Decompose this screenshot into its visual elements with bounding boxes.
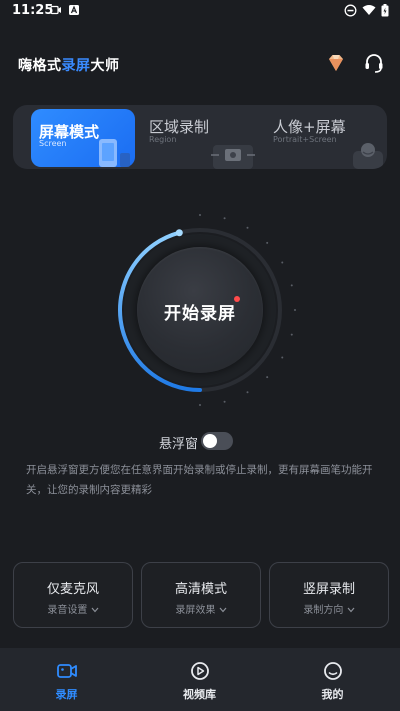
record-indicator-dot bbox=[234, 296, 240, 302]
chevron-down-icon bbox=[91, 607, 99, 613]
app-title-suffix: 大师 bbox=[90, 58, 120, 74]
mode-screen[interactable]: 屏幕模式 Screen bbox=[31, 109, 135, 167]
tab-record[interactable]: 录屏 bbox=[0, 648, 133, 711]
audio-settings-card[interactable]: 仅麦克风 录音设置 bbox=[13, 562, 133, 628]
dial-tick bbox=[223, 400, 226, 403]
dial-tick bbox=[281, 356, 284, 359]
tab-profile[interactable]: 我的 bbox=[266, 648, 400, 711]
play-circle-icon bbox=[191, 662, 209, 680]
mode-portrait-screen-sub: Portrait+Screen bbox=[273, 135, 337, 144]
dial-tick bbox=[246, 226, 249, 229]
status-bar: 11:25 bbox=[0, 0, 400, 22]
tab-video-library-label: 视频库 bbox=[183, 688, 216, 701]
floating-window-description: 开启悬浮窗更方便您在任意界面开始录制或停止录制，更有屏幕画笔功能开关，让您的录制… bbox=[26, 464, 373, 496]
dial-tick bbox=[199, 404, 201, 406]
floating-window-toggle[interactable] bbox=[201, 432, 233, 450]
tab-profile-label: 我的 bbox=[321, 688, 344, 701]
region-camera-icon bbox=[211, 145, 255, 169]
battery-icon bbox=[381, 4, 389, 17]
bottom-tab-bar: 录屏 视频库 我的 bbox=[0, 648, 400, 711]
dial-tick bbox=[266, 376, 269, 379]
quality-settings-card[interactable]: 高清模式 录屏效果 bbox=[141, 562, 261, 628]
orientation-settings-title: 竖屏录制 bbox=[302, 582, 355, 597]
start-record-label: 开始录屏 bbox=[164, 304, 236, 324]
mode-region-label: 区域录制 bbox=[149, 118, 210, 136]
start-record-button[interactable]: 开始录屏 bbox=[137, 247, 263, 373]
smiley-profile-icon bbox=[324, 662, 342, 680]
dial-tick bbox=[223, 217, 226, 220]
quality-settings-sub: 录屏效果 bbox=[142, 601, 260, 616]
video-camera-icon bbox=[57, 664, 77, 678]
dial-tick bbox=[266, 241, 269, 244]
app-title: 嗨格式录屏大师 bbox=[18, 55, 120, 75]
orientation-settings-card[interactable]: 竖屏录制 录制方向 bbox=[269, 562, 389, 628]
customer-service-headset-icon[interactable] bbox=[362, 51, 386, 75]
dial-tick bbox=[290, 333, 293, 336]
mode-region-sub: Region bbox=[149, 135, 177, 144]
app-header: 嗨格式录屏大师 bbox=[0, 48, 400, 80]
toggle-knob bbox=[203, 434, 217, 448]
record-mode-selector: 屏幕模式 Screen 区域录制 Region 人像+屏幕 Portrait+S… bbox=[13, 105, 387, 169]
mode-screen-sub: Screen bbox=[39, 139, 67, 148]
progress-knob bbox=[175, 229, 183, 237]
dial-tick bbox=[294, 309, 296, 311]
video-record-icon bbox=[50, 5, 61, 15]
wifi-icon bbox=[362, 5, 376, 15]
portrait-person-icon bbox=[353, 143, 383, 169]
dial-tick bbox=[199, 214, 201, 216]
dial-tick bbox=[281, 261, 284, 264]
app-title-prefix: 嗨格式 bbox=[18, 58, 62, 74]
dial-tick bbox=[246, 391, 249, 394]
tab-video-library[interactable]: 视频库 bbox=[133, 648, 266, 711]
dnd-icon bbox=[344, 4, 357, 17]
status-time: 11:25 bbox=[12, 3, 54, 18]
audio-settings-sub: 录音设置 bbox=[14, 601, 132, 616]
mode-region[interactable]: 区域录制 Region bbox=[143, 105, 263, 169]
notification-a-icon bbox=[69, 5, 79, 15]
chevron-down-icon bbox=[219, 607, 227, 613]
mode-portrait-screen[interactable]: 人像+屏幕 Portrait+Screen bbox=[265, 105, 387, 169]
chevron-down-icon bbox=[347, 607, 355, 613]
phone-screen-icon bbox=[99, 139, 130, 167]
dial-tick bbox=[290, 284, 293, 287]
vip-diamond-icon[interactable] bbox=[324, 51, 348, 75]
floating-window-label: 悬浮窗 bbox=[159, 437, 199, 452]
mode-portrait-screen-label: 人像+屏幕 bbox=[273, 118, 346, 136]
floating-window-row: 悬浮窗 bbox=[0, 430, 400, 452]
orientation-settings-sub: 录制方向 bbox=[270, 601, 388, 616]
tab-record-label: 录屏 bbox=[55, 688, 78, 701]
quality-settings-title: 高清模式 bbox=[174, 582, 227, 597]
app-title-accent: 录屏 bbox=[61, 58, 91, 74]
audio-settings-title: 仅麦克风 bbox=[46, 582, 99, 597]
